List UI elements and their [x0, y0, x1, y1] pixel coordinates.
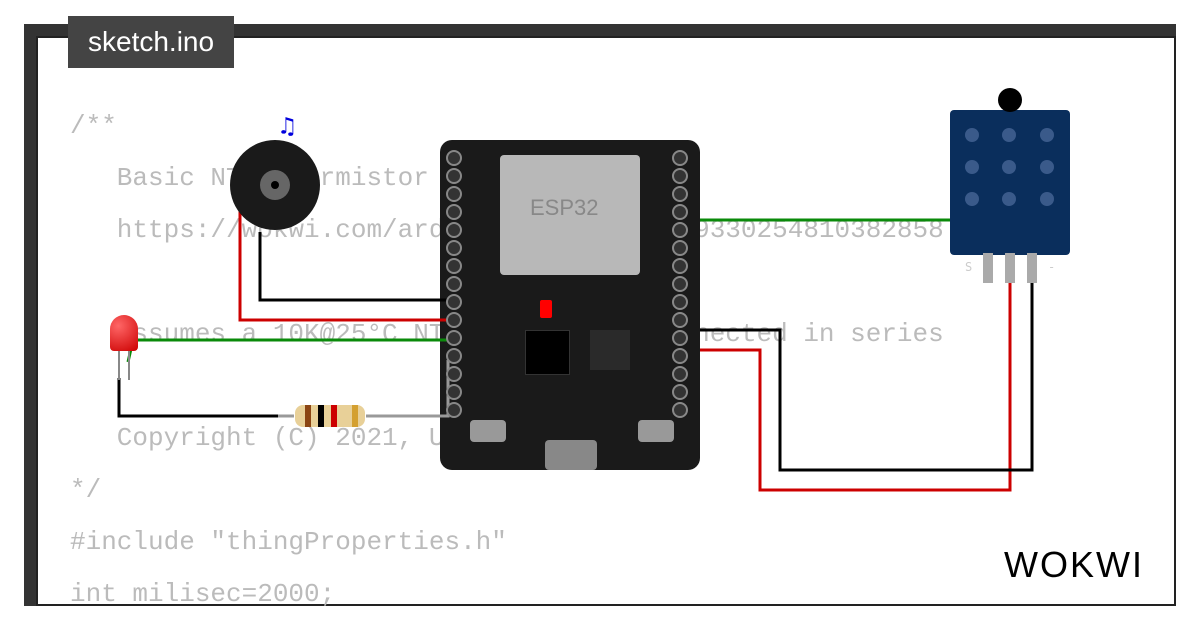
ntc-via	[965, 160, 979, 174]
circuit-diagram: ESP32 ♫ S -	[0, 0, 1200, 630]
wire-black-buzzer	[260, 232, 448, 300]
ntc-pin-gnd	[1027, 253, 1037, 283]
resistor-band-1	[305, 405, 311, 427]
esp32-regulator-chip	[525, 330, 570, 375]
wire-green-ntc	[700, 220, 988, 260]
ntc-via	[1040, 160, 1054, 174]
esp32-usb-port-icon	[545, 440, 597, 470]
wire-red-ntc	[700, 280, 1010, 490]
resistor-band-3	[331, 405, 337, 427]
ntc-pin-vcc	[1005, 253, 1015, 283]
esp32-power-led-icon	[540, 300, 552, 318]
ntc-label-minus: -	[1048, 260, 1055, 274]
ntc-via	[965, 128, 979, 142]
resistor-band-2	[318, 405, 324, 427]
wire-black-ntc	[700, 280, 1032, 470]
esp32-pins-right	[672, 150, 696, 420]
led-component[interactable]	[110, 315, 138, 351]
ntc-via	[1002, 128, 1016, 142]
file-tab[interactable]: sketch.ino	[68, 16, 234, 68]
thermistor-icon	[998, 88, 1022, 112]
ntc-via	[1002, 160, 1016, 174]
esp32-usb-chip	[590, 330, 630, 370]
wire-green-led	[128, 340, 448, 362]
ntc-via	[1040, 128, 1054, 142]
wokwi-logo: WOKWI	[1004, 544, 1144, 586]
esp32-pins-left	[446, 150, 470, 420]
esp32-label: ESP32	[530, 195, 599, 221]
esp32-button-en[interactable]	[470, 420, 506, 442]
led-anode-leg	[128, 350, 130, 380]
ntc-via	[965, 192, 979, 206]
ntc-pin-s	[983, 253, 993, 283]
resistor-band-4	[352, 405, 358, 427]
ntc-via	[1040, 192, 1054, 206]
buzzer-hole-icon	[271, 181, 279, 189]
wire-black-led-res	[119, 378, 278, 416]
led-cathode-leg	[118, 350, 120, 380]
ntc-label-s: S	[965, 260, 972, 274]
wire-res-lead-right	[366, 360, 448, 416]
ntc-via	[1002, 192, 1016, 206]
music-note-icon: ♫	[280, 112, 294, 140]
esp32-button-boot[interactable]	[638, 420, 674, 442]
